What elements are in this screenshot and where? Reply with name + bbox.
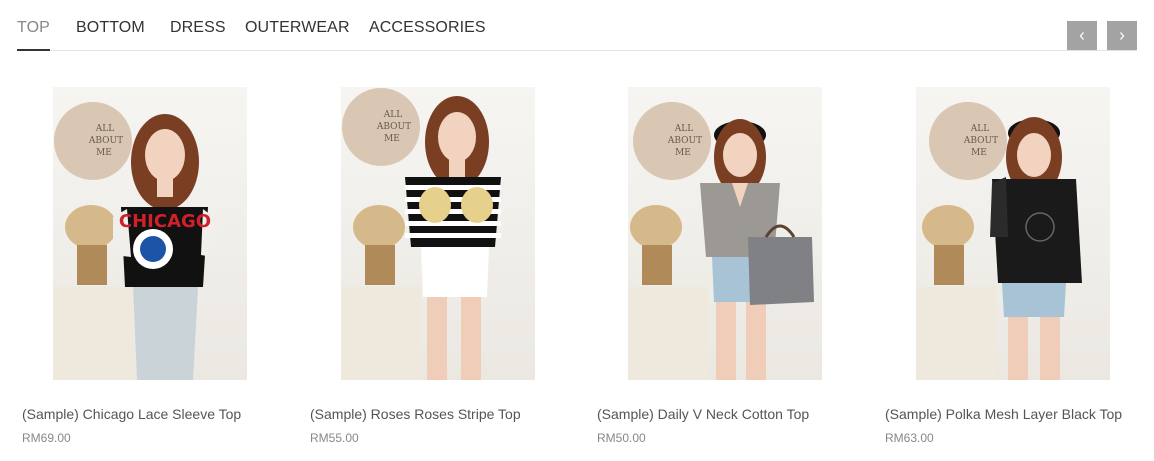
svg-text:ME: ME <box>96 148 112 158</box>
product-price: RM63.00 <box>885 431 934 445</box>
product-price: RM69.00 <box>22 431 71 445</box>
tab-outerwear[interactable]: OUTERWEAR <box>245 18 350 51</box>
svg-text:ALL: ALL <box>674 124 693 134</box>
product-image[interactable]: ALL ABOUT ME <box>916 87 1110 380</box>
product-card: ALL ABOUT ME (Sample) Polka Mesh Layer B… <box>885 87 1145 447</box>
svg-text:CHICAGO: CHICAGO <box>119 211 211 232</box>
svg-text:ALL: ALL <box>383 110 402 120</box>
product-name[interactable]: (Sample) Daily V Neck Cotton Top <box>597 405 809 423</box>
category-tab-bar: TOP BOTTOM DRESS OUTERWEAR ACCESSORIES <box>17 0 1137 51</box>
product-card: ALL ABOUT ME (Sample) Daily V Neck Cotto… <box>597 87 857 447</box>
brand-logo-stamp: ALL ABOUT ME <box>633 102 711 180</box>
svg-text:ALL: ALL <box>970 124 989 134</box>
product-card: ALL ABOUT ME CHICAGO (Sample) Chicago La… <box>22 87 282 447</box>
product-price: RM55.00 <box>310 431 359 445</box>
tab-top[interactable]: TOP <box>17 18 50 51</box>
product-image[interactable]: ALL ABOUT ME <box>341 87 535 380</box>
product-price: RM50.00 <box>597 431 646 445</box>
carousel-prev-button[interactable] <box>1067 21 1097 50</box>
chevron-left-icon <box>1079 31 1084 40</box>
product-image[interactable]: ALL ABOUT ME CHICAGO <box>53 87 247 380</box>
brand-logo-stamp: ALL ABOUT ME <box>342 88 420 166</box>
svg-text:ABOUT: ABOUT <box>376 122 411 132</box>
product-name[interactable]: (Sample) Chicago Lace Sleeve Top <box>22 405 241 423</box>
product-image[interactable]: ALL ABOUT ME <box>628 87 822 380</box>
svg-text:ME: ME <box>971 148 987 158</box>
svg-text:ABOUT: ABOUT <box>667 136 702 146</box>
tab-dress[interactable]: DRESS <box>170 18 226 51</box>
product-card: ALL ABOUT ME (Sample) Roses Roses Stripe… <box>310 87 570 447</box>
tab-accessories[interactable]: ACCESSORIES <box>369 18 486 51</box>
svg-text:ABOUT: ABOUT <box>88 136 123 146</box>
chevron-right-icon <box>1120 31 1125 40</box>
tab-bottom[interactable]: BOTTOM <box>76 18 145 51</box>
brand-logo-stamp: ALL ABOUT ME <box>929 102 1007 180</box>
product-name[interactable]: (Sample) Polka Mesh Layer Black Top <box>885 405 1122 423</box>
brand-logo-stamp: ALL ABOUT ME <box>54 102 132 180</box>
product-name[interactable]: (Sample) Roses Roses Stripe Top <box>310 405 521 423</box>
svg-text:ME: ME <box>384 134 400 144</box>
svg-text:ALL: ALL <box>95 124 114 134</box>
svg-text:ABOUT: ABOUT <box>963 136 998 146</box>
carousel-next-button[interactable] <box>1107 21 1137 50</box>
svg-text:ME: ME <box>675 148 691 158</box>
